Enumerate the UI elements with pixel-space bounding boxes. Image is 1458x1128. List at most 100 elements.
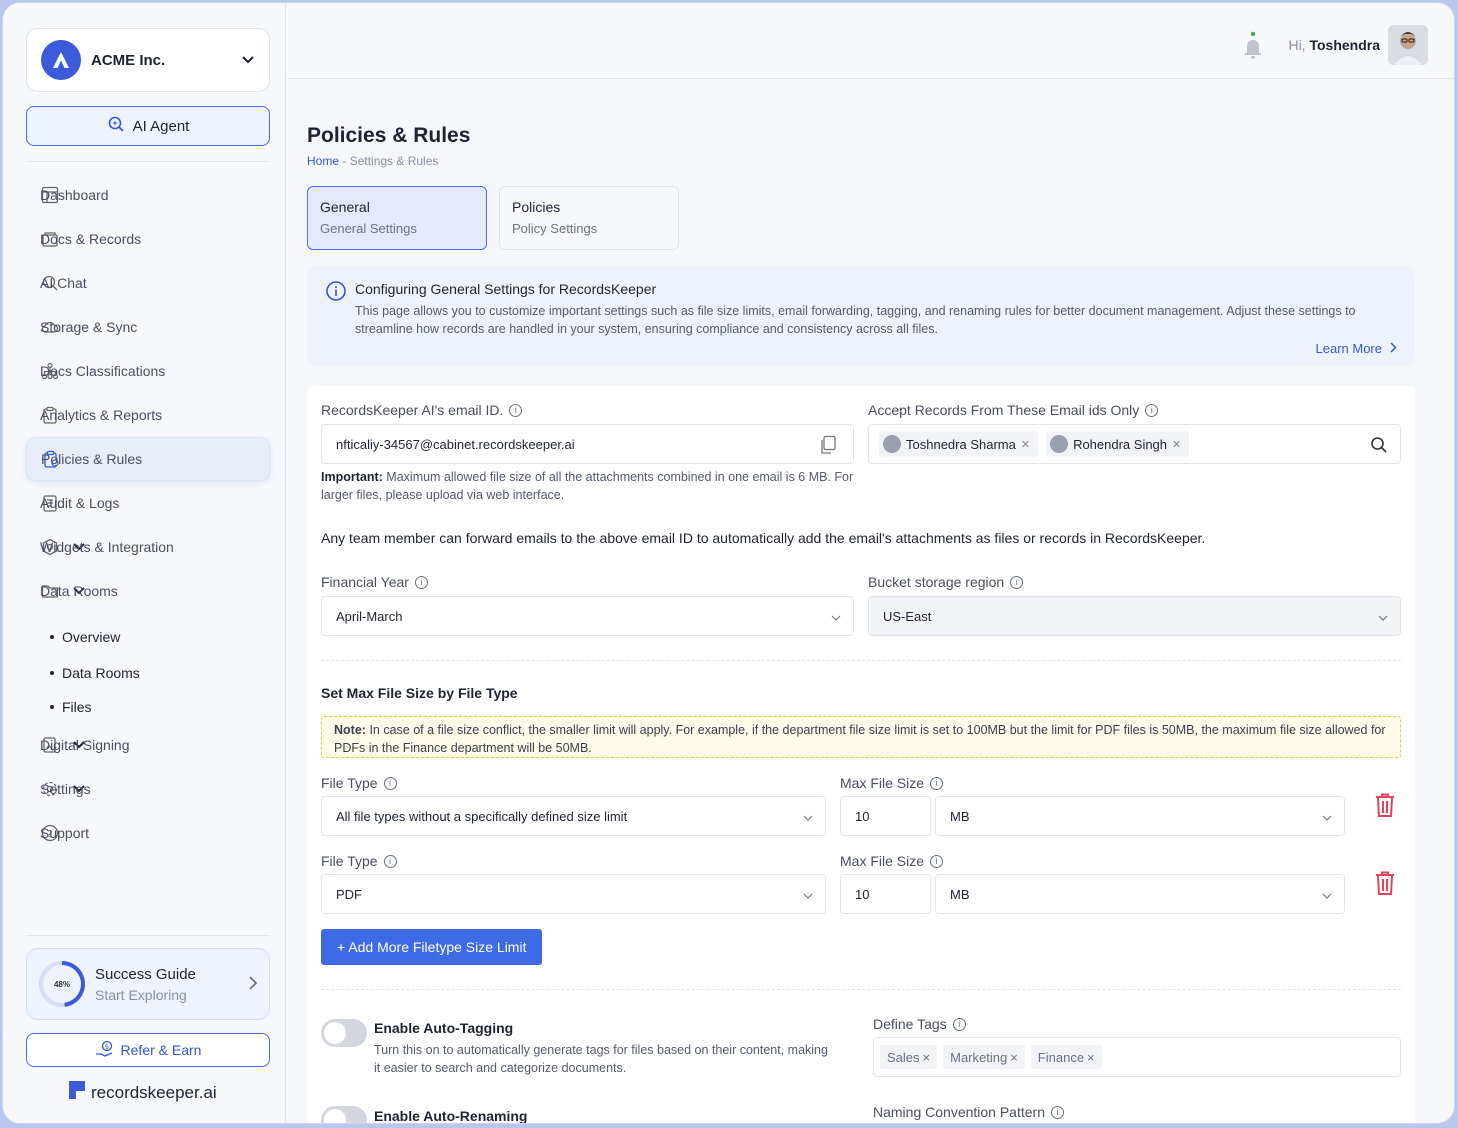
sidebar-item-docs-records[interactable]: Docs & Records bbox=[26, 217, 270, 261]
sidebar-item-settings[interactable]: Settings bbox=[26, 767, 270, 811]
info-circle-icon[interactable]: i bbox=[383, 854, 397, 868]
sidebar-item-digital-signing[interactable]: Digital Signing bbox=[26, 723, 270, 767]
info-circle-icon[interactable]: i bbox=[414, 575, 428, 589]
sidebar-item-analytics-reports[interactable]: Analytics & Reports bbox=[26, 393, 270, 437]
sidebar-item-ai-chat[interactable]: AI Chat bbox=[26, 261, 270, 305]
sidebar-item-data-rooms[interactable]: Data Rooms bbox=[26, 569, 270, 613]
sidebar-item-label: Audit & Logs bbox=[40, 495, 120, 511]
tag-chip: Marketing × bbox=[943, 1045, 1025, 1069]
sidebar-subitem-data-rooms[interactable]: Data Rooms bbox=[26, 655, 270, 691]
ai-agent-button[interactable]: AI Agent bbox=[26, 106, 270, 146]
file-type-value: All file types without a specifically de… bbox=[336, 808, 628, 824]
tab-general[interactable]: General General Settings bbox=[307, 186, 487, 250]
chip-label: Rohendra Singh bbox=[1073, 436, 1168, 452]
tab-policies[interactable]: Policies Policy Settings bbox=[499, 186, 679, 250]
sidebar-item-label: Policies & Rules bbox=[41, 451, 143, 467]
file-type-select[interactable]: PDF bbox=[321, 874, 826, 914]
max-file-size-label-text: Max File Size bbox=[840, 853, 925, 869]
success-guide-card[interactable]: 48% Success Guide Start Exploring bbox=[26, 948, 270, 1020]
sidebar-item-storage-sync[interactable]: Storage & Sync bbox=[26, 305, 270, 349]
storage-region-label: Bucket storage region i bbox=[868, 574, 1024, 590]
note-text: In case of a file size conflict, the sma… bbox=[334, 723, 1386, 755]
info-circle-icon[interactable]: i bbox=[930, 776, 944, 790]
sidebar-item-policies-rules[interactable]: Policies & Rules bbox=[26, 437, 270, 481]
size-unit-select[interactable]: MB bbox=[935, 796, 1345, 836]
file-type-value: PDF bbox=[336, 886, 362, 902]
info-circle-icon[interactable]: i bbox=[383, 776, 397, 790]
breadcrumb-home-link[interactable]: Home bbox=[307, 154, 339, 168]
forward-info-text: Any team member can forward emails to th… bbox=[321, 530, 1206, 546]
trash-icon[interactable] bbox=[1373, 870, 1397, 899]
sidebar-subitem-overview[interactable]: Overview bbox=[26, 619, 270, 655]
info-body: This page allows you to customize import… bbox=[355, 304, 1356, 336]
storage-region-label-text: Bucket storage region bbox=[868, 574, 1005, 590]
sidebar-subitem-files[interactable]: Files bbox=[26, 691, 270, 723]
subitem-label: Overview bbox=[62, 629, 121, 645]
email-chip: Rohendra Singh ✕ bbox=[1046, 431, 1190, 457]
avatar[interactable] bbox=[1388, 25, 1428, 65]
remove-chip-icon[interactable]: ✕ bbox=[1021, 438, 1030, 451]
bell-icon[interactable] bbox=[1242, 31, 1264, 64]
note-bold: Note: bbox=[334, 723, 366, 737]
add-filetype-limit-button[interactable]: + Add More Filetype Size Limit bbox=[321, 929, 543, 965]
file-type-label-text: File Type bbox=[321, 853, 378, 869]
info-circle-icon[interactable]: i bbox=[509, 403, 523, 417]
tag-chip: Sales × bbox=[880, 1045, 938, 1069]
email-id-value: nfticaliy-34567@cabinet.recordskeeper.ai bbox=[336, 436, 575, 452]
conflict-note: Note: In case of a file size conflict, t… bbox=[321, 716, 1401, 758]
info-circle-icon[interactable]: i bbox=[952, 1017, 966, 1031]
size-unit-select[interactable]: MB bbox=[935, 874, 1345, 914]
chevron-right-icon bbox=[1390, 341, 1397, 356]
tag-label: Marketing bbox=[950, 1049, 1008, 1065]
email-id-field[interactable]: nfticaliy-34567@cabinet.recordskeeper.ai bbox=[321, 424, 854, 464]
remove-tag-icon[interactable]: × bbox=[1010, 1050, 1018, 1065]
sidebar-item-label: Support bbox=[40, 825, 90, 841]
search-icon[interactable] bbox=[1370, 436, 1388, 457]
info-circle-icon[interactable]: i bbox=[1051, 1105, 1064, 1119]
financial-year-label: Financial Year i bbox=[321, 574, 428, 590]
ai-agent-label: AI Agent bbox=[132, 117, 190, 135]
progress-ring: 48% bbox=[39, 961, 85, 1007]
financial-year-select[interactable]: April-March bbox=[321, 596, 854, 636]
tab-subtitle: General Settings bbox=[320, 221, 417, 236]
remove-tag-icon[interactable]: × bbox=[923, 1050, 931, 1065]
sidebar-item-docs-classifications[interactable]: Docs Classifications bbox=[26, 349, 270, 393]
file-type-label: File Type i bbox=[321, 853, 397, 869]
sidebar-item-label: Data Rooms bbox=[40, 583, 118, 599]
financial-year-label-text: Financial Year bbox=[321, 574, 409, 590]
accept-emails-field[interactable]: Toshnedra Sharma ✕ Rohendra Singh ✕ bbox=[868, 424, 1401, 464]
trash-icon[interactable] bbox=[1373, 792, 1397, 821]
info-circle-icon[interactable]: i bbox=[1010, 575, 1024, 589]
learn-more-link[interactable]: Learn More bbox=[1316, 341, 1397, 356]
remove-tag-icon[interactable]: × bbox=[1087, 1050, 1095, 1065]
recordskeeper-logo-icon bbox=[67, 1079, 87, 1106]
chevron-down-icon bbox=[831, 610, 841, 625]
avatar bbox=[883, 435, 901, 453]
email-id-label-text: RecordsKeeper AI's email ID. bbox=[321, 402, 504, 418]
sidebar-item-widgets-integration[interactable]: Widgets & Integration bbox=[26, 525, 270, 569]
max-file-size-input[interactable]: 10 bbox=[840, 796, 931, 836]
sidebar-item-dashboard[interactable]: Dashboard bbox=[26, 173, 270, 217]
email-chip: Toshnedra Sharma ✕ bbox=[879, 431, 1039, 457]
breadcrumb-rest: - Settings & Rules bbox=[342, 154, 439, 168]
naming-pattern-label: Naming Convention Pattern i bbox=[873, 1104, 1064, 1120]
copy-icon[interactable] bbox=[819, 435, 837, 458]
max-file-size-value: 10 bbox=[855, 886, 870, 902]
max-file-size-input[interactable]: 10 bbox=[840, 874, 931, 914]
info-circle-icon[interactable]: i bbox=[930, 854, 944, 868]
tags-input[interactable]: Sales × Marketing × Finance × bbox=[873, 1037, 1401, 1077]
auto-renaming-toggle[interactable] bbox=[321, 1106, 367, 1123]
naming-pattern-label-text: Naming Convention Pattern bbox=[873, 1104, 1045, 1120]
remove-chip-icon[interactable]: ✕ bbox=[1172, 438, 1181, 451]
sidebar-item-support[interactable]: ? Support bbox=[26, 811, 270, 855]
tab-title: General bbox=[320, 199, 370, 215]
auto-tagging-toggle[interactable] bbox=[321, 1019, 367, 1047]
info-circle-icon[interactable]: i bbox=[1145, 403, 1159, 417]
refer-earn-button[interactable]: $ Refer & Earn bbox=[26, 1033, 270, 1067]
sidebar-item-label: Analytics & Reports bbox=[40, 407, 163, 423]
file-type-select[interactable]: All file types without a specifically de… bbox=[321, 796, 826, 836]
sidebar-item-audit-logs[interactable]: Audit & Logs bbox=[26, 481, 270, 525]
org-switcher[interactable]: ACME Inc. bbox=[26, 28, 270, 92]
bullet-icon bbox=[50, 705, 54, 709]
storage-region-select[interactable]: US-East bbox=[868, 596, 1401, 636]
